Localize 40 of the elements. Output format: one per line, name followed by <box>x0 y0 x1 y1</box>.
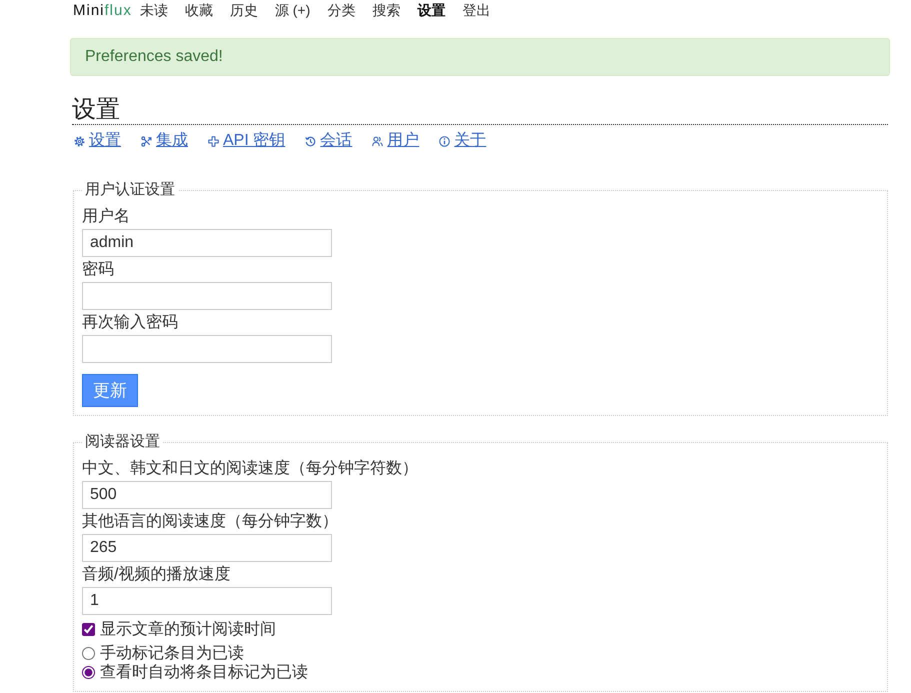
nav-link[interactable]: 登出 <box>462 0 490 20</box>
field-label: 其他语言的阅读速度（每分钟字数） <box>82 512 338 532</box>
app-logo[interactable]: Miniflux <box>73 1 132 21</box>
input-field[interactable]: 1 <box>82 587 332 615</box>
page-title: 设置 <box>72 95 120 124</box>
settings-link[interactable]: 用户 <box>387 131 420 151</box>
history-icon <box>305 136 316 146</box>
checkbox[interactable] <box>82 623 95 636</box>
users-icon <box>372 136 384 146</box>
field-label: 密码 <box>82 260 114 280</box>
nav-link[interactable]: 源 (+) <box>274 0 310 20</box>
radio-button[interactable] <box>82 666 95 679</box>
info-icon <box>439 136 450 146</box>
input-field[interactable]: admin <box>82 229 332 257</box>
nodes-icon <box>141 136 152 146</box>
nav-link[interactable]: 分类 <box>327 0 356 20</box>
nav-link[interactable]: 未读 <box>140 0 168 20</box>
checkbox-label: 显示文章的预计阅读时间 <box>100 620 276 640</box>
section-legend: 用户认证设置 <box>82 180 178 200</box>
radio-label: 查看时自动将条目标记为已读 <box>100 662 308 683</box>
input-field[interactable]: 265 <box>82 534 332 562</box>
field-label: 再次输入密码 <box>82 312 178 333</box>
field-label: 用户名 <box>82 206 130 227</box>
input-field[interactable] <box>82 335 332 363</box>
field-label: 中文、韩文和日文的阅读速度（每分钟字符数） <box>82 458 418 479</box>
settings-link[interactable]: 集成 <box>156 131 188 151</box>
input-field[interactable] <box>82 282 332 310</box>
nav-link[interactable]: 搜索 <box>372 0 400 20</box>
nav-link[interactable]: 收藏 <box>184 0 213 20</box>
success-alert: Preferences saved! <box>70 38 890 76</box>
nav-link[interactable]: 历史 <box>230 0 258 20</box>
input-field[interactable]: 500 <box>82 481 332 509</box>
settings-link[interactable]: 设置 <box>89 131 121 151</box>
section-legend: 阅读器设置 <box>82 432 163 452</box>
plus-icon <box>208 136 219 146</box>
gear-icon <box>74 136 85 146</box>
nav-link[interactable]: 设置 <box>417 0 446 20</box>
field-label: 音频/视频的播放速度 <box>82 564 230 585</box>
radio-button[interactable] <box>82 647 95 660</box>
radio-label: 手动标记条目为已读 <box>100 644 244 664</box>
